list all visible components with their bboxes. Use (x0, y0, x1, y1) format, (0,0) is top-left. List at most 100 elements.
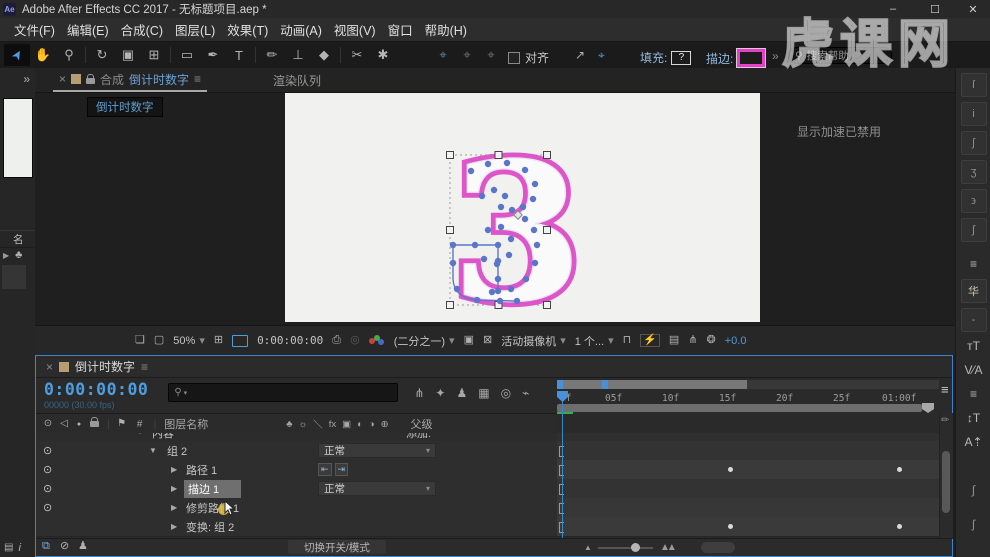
transparency-grid-icon[interactable]: ⊠ (483, 335, 492, 346)
collapsed-panel-tab-libraries[interactable]: ʃ (960, 218, 987, 242)
layer-name[interactable]: 变换: 组 2 (186, 519, 234, 535)
camera-tool-icon[interactable]: ▣ (115, 44, 141, 66)
timeline-button-icon[interactable]: ▤ (669, 335, 679, 346)
pen-tool-icon[interactable]: ✒ (200, 44, 226, 66)
project-item-row[interactable]: ▶ ♣ (3, 249, 22, 261)
layer-row-path1[interactable]: ⊙ ▶ 路径 1 ⇤ ⇥ (36, 460, 557, 480)
panel-menu-icon[interactable]: ≡ (959, 254, 989, 274)
exposure-value[interactable]: +0.0 (725, 335, 747, 347)
current-timecode[interactable]: 0:00:00:00 (44, 380, 148, 399)
shape-add-button[interactable]: 添加: (406, 433, 431, 441)
clone-stamp-tool-icon[interactable]: ⊥ (285, 44, 311, 66)
live-update-icon[interactable]: ⧉ (42, 541, 50, 552)
fill-label[interactable]: 填充: (640, 49, 667, 66)
content-row-label[interactable]: 内容 (152, 433, 174, 441)
expand-panel-chevrons-icon[interactable]: » (23, 72, 30, 86)
pan-hand-icon[interactable]: ✏ (941, 415, 949, 426)
path-in-icon[interactable]: ⇤ (318, 463, 332, 476)
hand-tool-icon[interactable]: ✋ (30, 44, 56, 66)
parent-column-header[interactable]: 父级 (411, 416, 433, 432)
baseline-shift-icon[interactable]: A⇡ (959, 432, 989, 452)
paragraph-panel-icon[interactable]: ∫ (959, 480, 989, 500)
time-navigator-pill[interactable] (701, 542, 735, 553)
timeline-v-scrollbar[interactable]: ✏ (939, 413, 953, 539)
grid-guides-icon[interactable]: ⊞ (214, 335, 223, 346)
frame-blend-icon[interactable]: ▦ (478, 386, 489, 400)
tab-menu-icon[interactable]: ≡ (194, 72, 201, 86)
menu-layer[interactable]: 图层(L) (169, 17, 221, 42)
work-area-marker[interactable] (602, 380, 608, 389)
layer-row-group2[interactable]: ⊙ ▼ 组 2 正常 ▾ (36, 441, 557, 461)
eye-column-icon[interactable]: ⊙ (40, 419, 56, 429)
collapsed-panel-tab-align[interactable]: ϶ (960, 189, 987, 213)
eraser-tool-icon[interactable]: ◆ (311, 44, 337, 66)
layer-name-selected[interactable]: 描边 1 (184, 479, 242, 498)
axis-view-icon[interactable]: ⌖ (480, 47, 502, 63)
mini-flowchart-icon[interactable]: ⋔ (414, 386, 424, 400)
magnification-select[interactable]: 50% ▾ (173, 334, 205, 348)
fill-swatch[interactable]: ? (671, 50, 692, 65)
target-region-icon[interactable]: ▣ (464, 335, 474, 346)
eye-icon[interactable]: ⊙ (43, 444, 52, 457)
collapse-switch-icon[interactable]: ☼ (298, 419, 307, 430)
layer-row-stroke1[interactable]: ⊙ ▶ 描边 1 正常 ▾ (36, 479, 557, 499)
zoom-in-mountain-icon[interactable]: ▲▲ (660, 542, 677, 553)
lock-column-icon[interactable] (90, 417, 99, 427)
view-layout-select[interactable]: 1 个... ▾ (575, 333, 614, 349)
show-snapshot-icon[interactable]: ◎ (350, 335, 360, 346)
layer-row-trimpaths1[interactable]: ⊙ ▶ 修剪路径 1 (36, 498, 557, 518)
path-out-icon[interactable]: ⇥ (334, 463, 349, 476)
frame-blend-switch-icon[interactable]: ◐ (357, 419, 363, 430)
maximize-button[interactable]: ☐ (920, 0, 950, 18)
tab-render-queue[interactable]: 渲染队列 (273, 68, 321, 92)
kerning-icon[interactable]: V⁄A (959, 360, 989, 380)
keyframe[interactable] (728, 524, 733, 529)
tab-close-icon[interactable]: × (46, 360, 53, 374)
eye-icon[interactable]: ⊙ (43, 482, 52, 495)
scrollbar-thumb[interactable] (942, 451, 950, 513)
paragraph-panel-icon-2[interactable]: ʃ (959, 514, 989, 534)
rotation-tool-icon[interactable]: ↻ (89, 44, 115, 66)
snapshot-icon[interactable]: ⎙ (332, 335, 341, 346)
zoom-out-mountain-icon[interactable]: ▲ (584, 543, 592, 552)
always-preview-icon[interactable]: ❏ (135, 335, 145, 346)
blend-mode-select[interactable]: 正常 ▾ (318, 481, 436, 496)
stroke-swatch[interactable] (737, 49, 766, 67)
primary-viewer-icon[interactable]: ▢ (154, 335, 164, 346)
timeline-options-icon[interactable]: ≡ (941, 382, 949, 397)
solo-column-icon[interactable]: ● (72, 421, 86, 428)
menu-composition[interactable]: 合成(C) (115, 17, 169, 42)
close-button[interactable]: ✕ (958, 0, 988, 18)
align-checkbox[interactable] (508, 51, 520, 64)
eye-icon[interactable]: ⊙ (43, 463, 52, 476)
timeline-lane[interactable] (557, 433, 939, 539)
work-area-start-handle[interactable] (557, 380, 563, 389)
axis-world-icon[interactable]: ⌖ (456, 47, 478, 63)
roto-brush-tool-icon[interactable]: ✂ (344, 44, 370, 66)
region-of-interest-icon[interactable] (232, 334, 249, 347)
graph-editor-icon[interactable]: ⌁ (522, 386, 529, 400)
fast-previews-icon[interactable]: ⚡ (640, 334, 660, 347)
timeline-zoom-slider[interactable] (598, 543, 653, 552)
target-icon[interactable]: ⌖ (598, 49, 605, 61)
comp-navigator-button[interactable]: 倒计时数字 (87, 97, 163, 117)
fx-switch-icon[interactable]: fx (329, 419, 336, 430)
node-cursor-icon[interactable]: ↗ (575, 49, 585, 61)
layer-name-column-header[interactable]: 图层名称 (164, 416, 208, 432)
composition-canvas[interactable]: 3 3 (285, 93, 760, 322)
label-column-icon[interactable]: ⚑ (114, 419, 130, 429)
3d-switch-icon[interactable]: ⊕ (381, 419, 389, 430)
workspace-chevrons-icon[interactable]: » (772, 49, 779, 63)
tab-close-icon[interactable]: × (59, 72, 66, 86)
blend-mode-select[interactable]: 正常 ▾ (318, 443, 436, 458)
twirl-icon[interactable]: ▶ (3, 251, 9, 260)
shy-layers-icon[interactable]: ♟ (456, 386, 467, 400)
puppet-pin-tool-icon[interactable]: ✱ (370, 44, 396, 66)
twirl-icon[interactable]: ▶ (171, 484, 177, 493)
type-tool-icon[interactable]: T (226, 44, 252, 66)
draft-3d-icon[interactable]: ✦ (435, 386, 445, 400)
draft-toggle-icon[interactable]: ⊘ (60, 541, 69, 552)
reset-exposure-icon[interactable]: ❂ (707, 335, 716, 346)
layer-name[interactable]: 组 2 (167, 443, 187, 459)
auto-keyframe-icon[interactable]: ♟ (78, 541, 88, 552)
